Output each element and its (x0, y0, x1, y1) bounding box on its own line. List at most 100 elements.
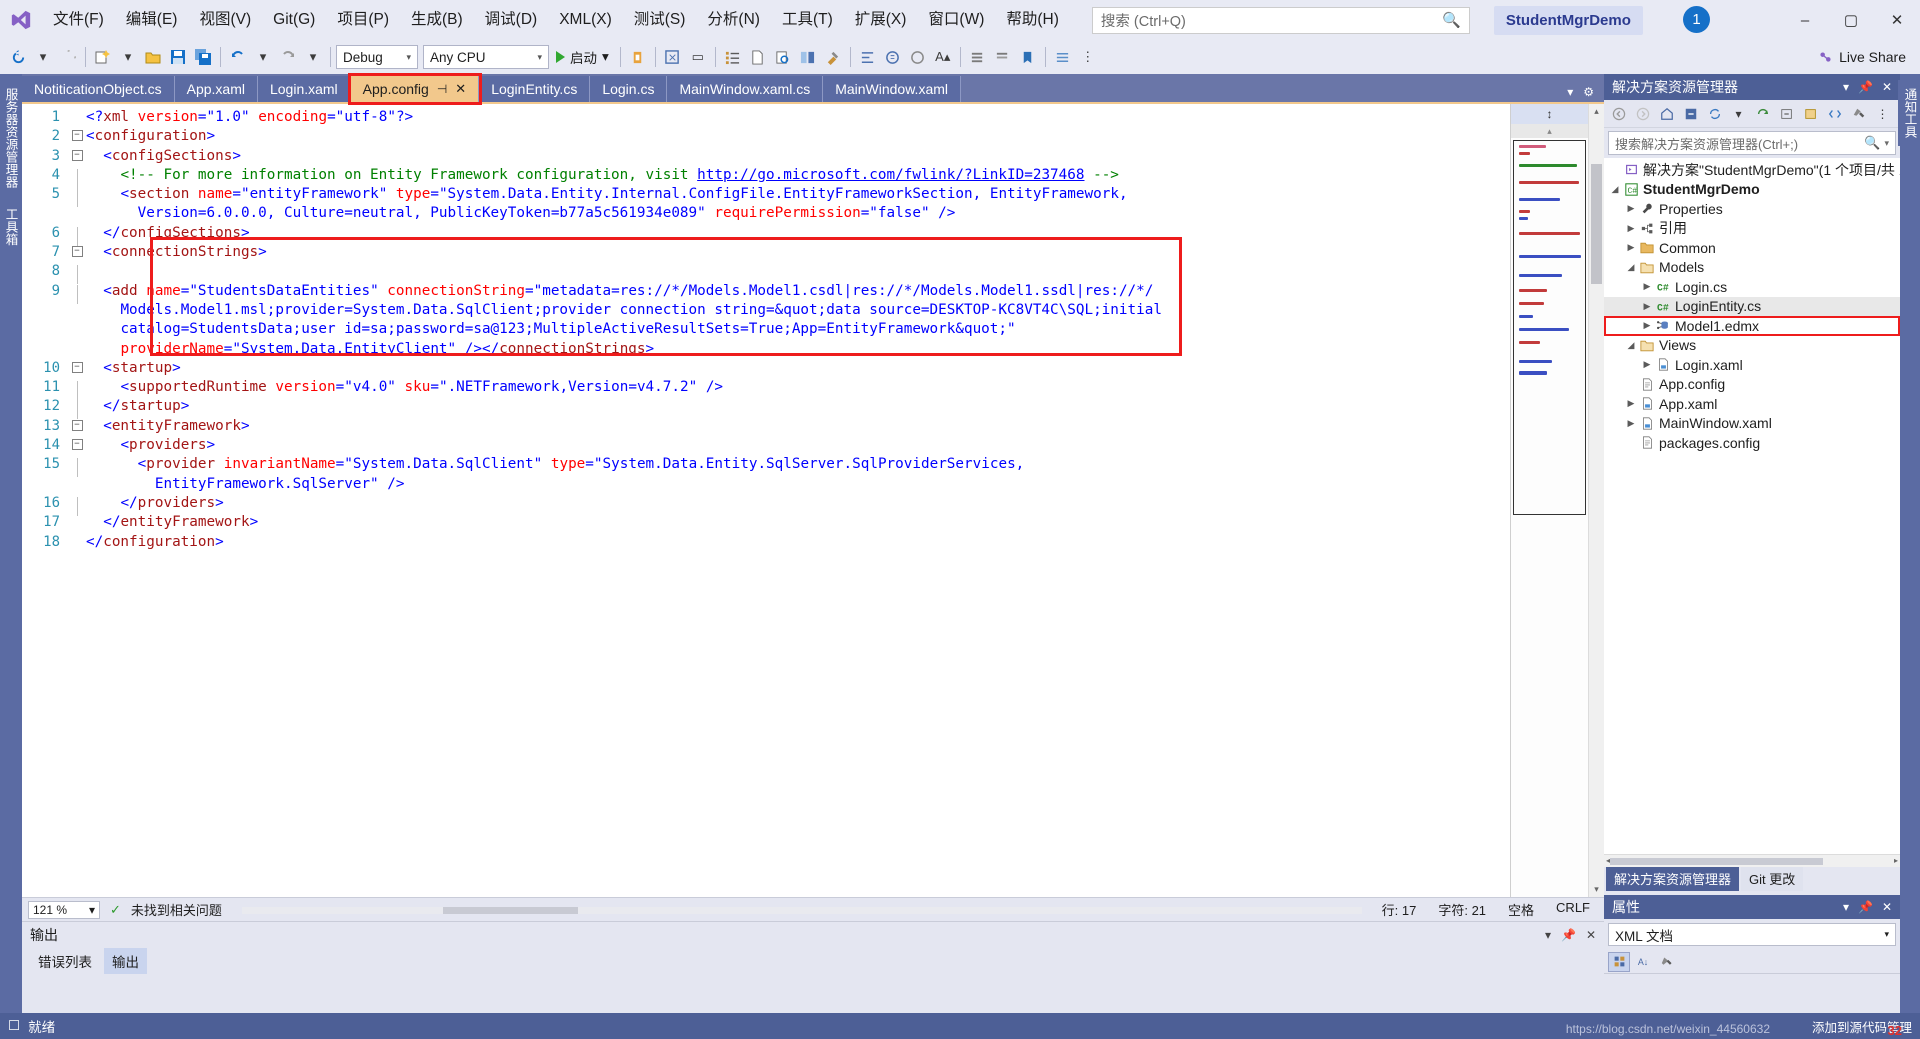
tree-node-model1.edmx[interactable]: ▶ Model1.edmx (1604, 316, 1900, 336)
back-dropdown-icon[interactable]: ▾ (31, 44, 55, 70)
hot-reload-icon[interactable] (626, 44, 650, 70)
tree-expander-icon[interactable]: ▶ (1624, 398, 1638, 409)
hscroll-thumb[interactable] (443, 906, 578, 914)
select-element-icon[interactable] (661, 44, 685, 70)
menu-test[interactable]: 测试(S) (623, 6, 697, 34)
tree-expander-icon[interactable]: ▶ (1640, 281, 1654, 292)
code-editor[interactable]: 1 <?xml version="1.0" encoding="utf-8"?> 2… (22, 104, 1510, 897)
indentation-indicator[interactable]: 空格 (1508, 900, 1534, 919)
tab-login-cs[interactable]: Login.cs (590, 76, 668, 102)
pin-icon-props[interactable]: 📌 (1858, 900, 1873, 914)
tree-expander-icon[interactable]: ◢ (1624, 262, 1638, 273)
fold-toggle-icon[interactable]: − (68, 243, 86, 258)
close-icon[interactable]: ✕ (455, 81, 466, 97)
chevron-down-icon-se[interactable]: ▾ (1728, 103, 1749, 124)
alphabetical-view-icon[interactable]: A↓ (1632, 952, 1654, 972)
tree-expander-icon[interactable]: ▶ (1624, 203, 1638, 214)
tree-node-app.config[interactable]: App.config (1604, 375, 1900, 395)
properties-page-icon[interactable] (1656, 952, 1678, 972)
tab-output[interactable]: 输出 (104, 948, 147, 974)
tree-expander-icon[interactable]: ◢ (1624, 340, 1638, 351)
minimize-button[interactable]: – (1782, 0, 1828, 40)
close-icon-props[interactable]: ✕ (1882, 900, 1892, 914)
pin-icon-se[interactable]: 📌 (1858, 80, 1873, 94)
solution-tree[interactable]: 解决方案"StudentMgrDemo"(1 个项目/共 1 个 ◢ C# Stude… (1604, 158, 1900, 854)
tab-notiticationobject-cs[interactable]: NotiticationObject.cs (22, 76, 175, 102)
menu-project[interactable]: 项目(P) (326, 6, 400, 34)
pending-changes-icon[interactable] (1680, 103, 1701, 124)
line-ending-indicator[interactable]: CRLF (1556, 900, 1590, 919)
save-icon[interactable] (166, 44, 190, 70)
platform-combo[interactable]: Any CPU ▾ (423, 45, 549, 69)
start-debug-button[interactable]: 启动 ▾ (550, 44, 615, 70)
dock-tab-git-changes[interactable]: Git 更改 (1741, 866, 1804, 891)
menu-view[interactable]: 视图(V) (188, 6, 262, 34)
editor-horizontal-scrollbar[interactable] (241, 904, 1362, 916)
search-icon-se[interactable]: 🔍 (1864, 135, 1880, 151)
home-icon-se[interactable] (1656, 103, 1677, 124)
tree-expander-icon[interactable]: ▶ (1624, 418, 1638, 429)
redo-dropdown-icon[interactable]: ▾ (301, 44, 325, 70)
menu-analyze[interactable]: 分析(N) (696, 6, 771, 34)
tab-mainwindow-xaml-cs[interactable]: MainWindow.xaml.cs (667, 76, 824, 102)
se-overflow-icon[interactable]: ⋮ (1872, 103, 1893, 124)
menu-help[interactable]: 帮助(H) (995, 6, 1070, 34)
search-options-icon[interactable]: ▾ (1884, 138, 1889, 149)
tab-app-xaml[interactable]: App.xaml (174, 76, 258, 102)
undo-icon[interactable] (226, 44, 250, 70)
editor-vertical-scrollbar[interactable]: ▴ ▾ (1588, 104, 1604, 897)
menu-tools[interactable]: 工具(T) (771, 6, 844, 34)
bookmark-next-icon[interactable] (991, 44, 1015, 70)
tab-login-xaml[interactable]: Login.xaml (257, 76, 351, 102)
vtab-notifications[interactable]: 通知工具 (1897, 80, 1920, 146)
categorized-view-icon[interactable] (1608, 951, 1630, 972)
open-file-icon[interactable] (141, 44, 165, 70)
tree-node-app.xaml[interactable]: ▶ App.xaml (1604, 394, 1900, 414)
tree-expander-icon[interactable]: ◢ (1608, 184, 1622, 195)
tree-node-login.cs[interactable]: ▶ C# Login.cs (1604, 277, 1900, 297)
minimap-collapse-icon[interactable]: ▴ (1511, 124, 1588, 138)
notification-badge[interactable]: 1 (1683, 6, 1710, 33)
tree-hscroll-thumb[interactable] (1610, 858, 1824, 865)
forward-icon-se[interactable] (1632, 103, 1653, 124)
menu-debug[interactable]: 调试(D) (474, 6, 549, 34)
tree-node-views[interactable]: ◢ Views (1604, 336, 1900, 356)
close-icon-se[interactable]: ✕ (1882, 80, 1892, 94)
uncomment-icon[interactable] (906, 44, 930, 70)
tree-node-properties[interactable]: ▶ Properties (1604, 199, 1900, 219)
undo-dropdown-icon[interactable]: ▾ (251, 44, 275, 70)
search-input[interactable]: 搜索 (Ctrl+Q) 🔍 (1091, 6, 1470, 34)
minimap-split-icon[interactable]: ↕ (1511, 104, 1588, 124)
vtab-toolbox[interactable]: 工具箱 (0, 200, 24, 254)
zoom-level-selector[interactable]: 121 % ▾ (28, 900, 100, 919)
layout-adorner-icon[interactable]: ▭ (686, 44, 710, 70)
tree-node-login.xaml[interactable]: ▶ Login.xaml (1604, 355, 1900, 375)
redo-icon[interactable] (276, 44, 300, 70)
tab-error-list[interactable]: 错误列表 (30, 948, 100, 974)
solution-explorer-search-input[interactable]: 搜索解决方案资源管理器(Ctrl+;) 🔍 ▾ (1608, 131, 1896, 155)
tree-node--[interactable]: ▶ 引用 (1604, 219, 1900, 239)
bookmark-toggle-icon[interactable] (1016, 44, 1040, 70)
expand-icon[interactable] (1051, 44, 1075, 70)
menu-window[interactable]: 窗口(W) (917, 6, 995, 34)
tree-node-mainwindow.xaml[interactable]: ▶ MainWindow.xaml (1604, 414, 1900, 434)
tab-list-dropdown-icon[interactable]: ▾ (1567, 85, 1573, 99)
vtab-server-explorer[interactable]: 服务器资源管理器 (0, 80, 24, 196)
tree-node-loginentity.cs[interactable]: ▶ C# LoginEntity.cs (1604, 296, 1900, 316)
new-project-icon[interactable] (91, 44, 115, 70)
scroll-up-icon[interactable]: ▴ (1589, 106, 1604, 117)
fold-toggle-icon[interactable]: − (68, 436, 86, 451)
properties-grid[interactable] (1604, 974, 1900, 1013)
forward-navigate-icon[interactable] (56, 44, 80, 70)
menu-xml[interactable]: XML(X) (548, 6, 623, 34)
tree-node-common[interactable]: ▶ Common (1604, 238, 1900, 258)
compare-icon[interactable] (796, 44, 820, 70)
properties-object-selector[interactable]: XML 文档 ▾ (1608, 923, 1896, 946)
dock-tab-solution-explorer[interactable]: 解决方案资源管理器 (1606, 866, 1740, 891)
output-dropdown-icon[interactable]: ▾ (1545, 928, 1551, 942)
tree-node-models[interactable]: ◢ Models (1604, 258, 1900, 278)
new-file-icon[interactable] (746, 44, 770, 70)
tree-node-studentmgrdemo[interactable]: ◢ C# StudentMgrDemo (1604, 180, 1900, 200)
toolbar-overflow-icon[interactable]: ⋮ (1076, 44, 1100, 70)
view-code-icon[interactable] (1824, 103, 1845, 124)
